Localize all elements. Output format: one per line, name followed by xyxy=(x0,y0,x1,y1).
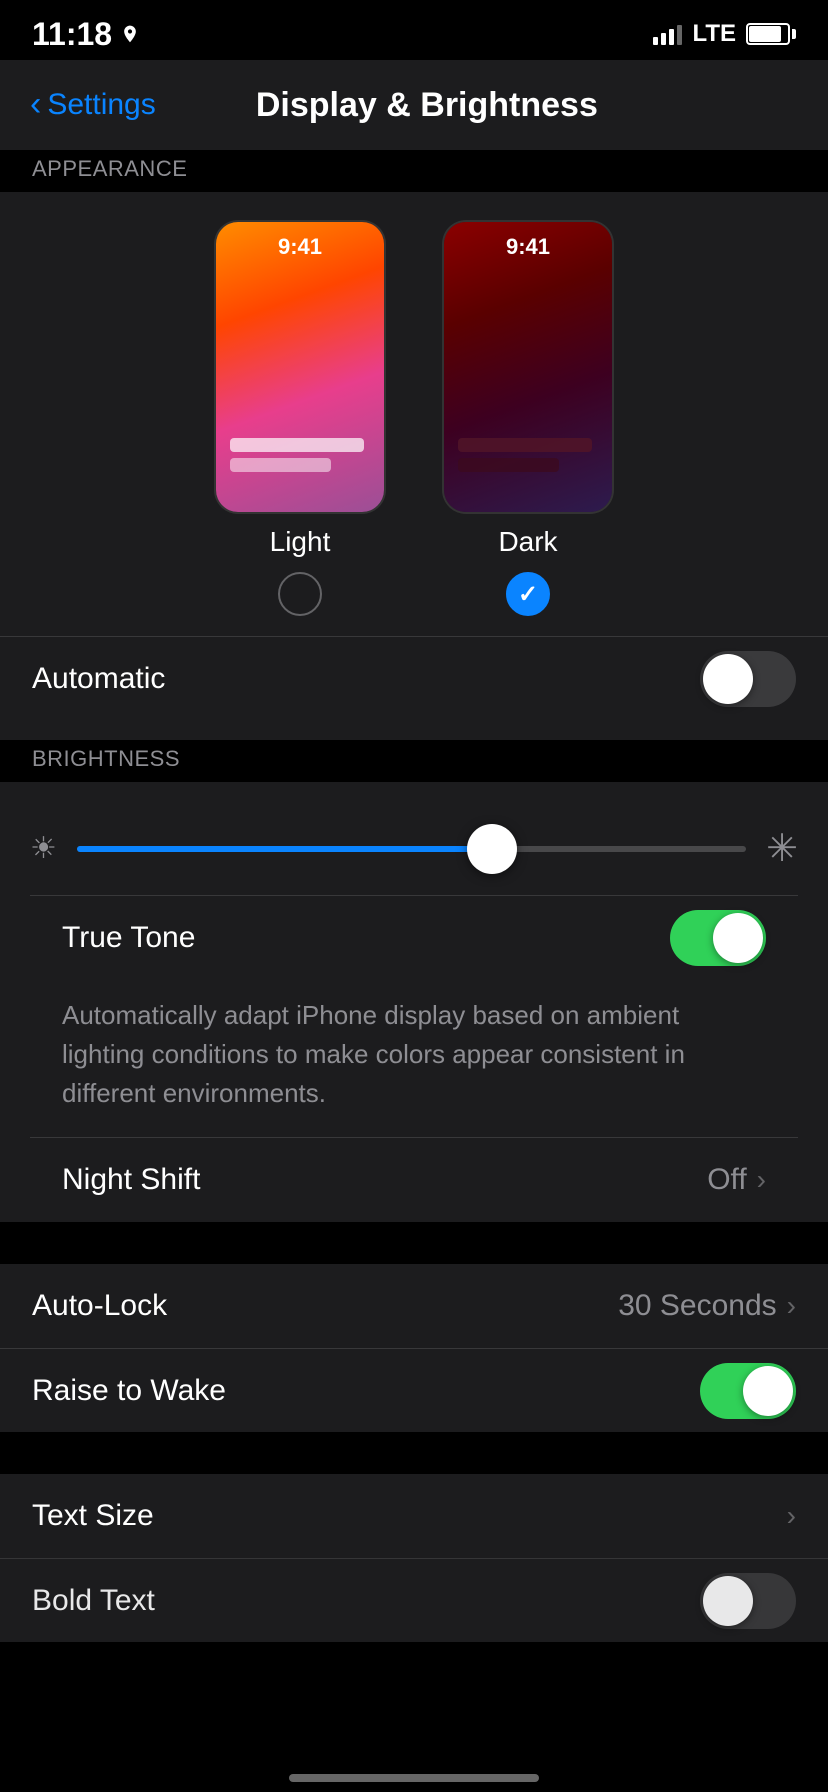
auto-lock-section-gap xyxy=(0,1222,828,1264)
true-tone-description: Automatically adapt iPhone display based… xyxy=(30,980,798,1138)
bold-text-toggle-knob xyxy=(703,1576,753,1626)
light-mode-preview: 9:41 xyxy=(216,222,384,512)
back-label: Settings xyxy=(47,88,155,122)
dark-preview-time: 9:41 xyxy=(444,234,612,260)
brightness-slider-track[interactable] xyxy=(77,846,746,852)
nav-bar: ‹ Settings Display & Brightness xyxy=(0,60,828,150)
light-bar-1 xyxy=(230,438,364,452)
night-shift-chevron-icon: › xyxy=(757,1164,766,1196)
dark-mode-radio[interactable]: ✓ xyxy=(506,572,550,616)
true-tone-desc-text: Automatically adapt iPhone display based… xyxy=(62,1000,685,1108)
home-indicator xyxy=(289,1774,539,1782)
text-size-chevron-icon: › xyxy=(787,1500,796,1532)
brightness-slider-row: ☀ ✳ xyxy=(30,802,798,896)
night-shift-status: Off xyxy=(707,1163,746,1197)
bold-text-label: Bold Text xyxy=(32,1584,155,1618)
text-size-section-gap xyxy=(0,1432,828,1474)
appearance-options: 9:41 Light 9:41 Dark ✓ xyxy=(0,222,828,636)
brightness-slider-fill xyxy=(77,846,492,852)
radio-checkmark-icon: ✓ xyxy=(518,580,538,609)
text-size-row[interactable]: Text Size › xyxy=(0,1474,828,1558)
light-bar-2 xyxy=(230,458,331,472)
status-bar: 11:18 LTE xyxy=(0,0,828,60)
bold-text-row: Bold Text xyxy=(0,1558,828,1642)
brightness-section: ☀ ✳ True Tone Automatically adapt iPhone… xyxy=(0,782,828,1222)
night-shift-label: Night Shift xyxy=(62,1163,200,1197)
raise-to-wake-row: Raise to Wake xyxy=(0,1348,828,1432)
auto-lock-row[interactable]: Auto-Lock 30 Seconds › xyxy=(0,1264,828,1348)
sun-small-icon: ☀ xyxy=(30,831,57,866)
battery-tip xyxy=(792,29,796,39)
auto-lock-status: 30 Seconds xyxy=(618,1289,776,1323)
battery-body xyxy=(746,23,790,45)
brightness-section-gap: BRIGHTNESS xyxy=(0,740,828,782)
night-shift-row[interactable]: Night Shift Off › xyxy=(30,1138,798,1222)
brightness-section-label: BRIGHTNESS xyxy=(32,746,180,772)
auto-lock-chevron-icon: › xyxy=(787,1290,796,1322)
true-tone-toggle-knob xyxy=(713,913,763,963)
text-size-label: Text Size xyxy=(32,1499,154,1533)
status-time: 11:18 xyxy=(32,16,140,53)
night-shift-value: Off › xyxy=(707,1163,766,1197)
light-mode-label: Light xyxy=(270,526,331,558)
automatic-row: Automatic xyxy=(0,636,828,720)
dark-mode-label: Dark xyxy=(498,526,557,558)
location-icon xyxy=(120,24,140,44)
dark-bar-2 xyxy=(458,458,559,472)
signal-bar-1 xyxy=(653,37,658,45)
back-button[interactable]: ‹ Settings xyxy=(30,88,156,122)
automatic-toggle-knob xyxy=(703,654,753,704)
raise-to-wake-toggle-knob xyxy=(743,1366,793,1416)
light-preview-bars xyxy=(216,432,384,512)
appearance-section-gap: APPEARANCE xyxy=(0,150,828,192)
back-chevron-icon: ‹ xyxy=(30,87,41,121)
light-preview-time: 9:41 xyxy=(216,234,384,260)
true-tone-toggle[interactable] xyxy=(670,910,766,966)
true-tone-label: True Tone xyxy=(62,921,195,955)
auto-lock-value: 30 Seconds › xyxy=(618,1289,796,1323)
lte-label: LTE xyxy=(692,20,736,48)
battery-fill xyxy=(749,26,781,42)
dark-preview-bars xyxy=(444,432,612,512)
auto-lock-group: Auto-Lock 30 Seconds › Raise to Wake xyxy=(0,1264,828,1432)
battery xyxy=(746,23,796,45)
sun-large-icon: ✳ xyxy=(766,826,798,871)
auto-lock-label: Auto-Lock xyxy=(32,1289,167,1323)
appearance-section-label: APPEARANCE xyxy=(32,156,187,182)
dark-bar-1 xyxy=(458,438,592,452)
page-title: Display & Brightness xyxy=(156,86,698,125)
time-label: 11:18 xyxy=(32,16,112,53)
automatic-toggle[interactable] xyxy=(700,651,796,707)
status-icons: LTE xyxy=(653,20,796,48)
raise-to-wake-label: Raise to Wake xyxy=(32,1374,226,1408)
automatic-label: Automatic xyxy=(32,662,165,696)
text-size-value: › xyxy=(787,1500,796,1532)
text-size-group: Text Size › Bold Text xyxy=(0,1474,828,1642)
signal-bar-2 xyxy=(661,33,666,45)
appearance-section: 9:41 Light 9:41 Dark ✓ xyxy=(0,192,828,740)
signal-bar-3 xyxy=(669,29,674,45)
light-mode-radio[interactable] xyxy=(278,572,322,616)
dark-mode-preview: 9:41 xyxy=(444,222,612,512)
light-mode-option[interactable]: 9:41 Light xyxy=(216,222,384,616)
true-tone-row: True Tone xyxy=(30,896,798,980)
dark-mode-option[interactable]: 9:41 Dark ✓ xyxy=(444,222,612,616)
signal-bar-4 xyxy=(677,25,682,45)
signal-bars xyxy=(653,23,682,45)
brightness-slider-thumb[interactable] xyxy=(467,824,517,874)
raise-to-wake-toggle[interactable] xyxy=(700,1363,796,1419)
bold-text-toggle[interactable] xyxy=(700,1573,796,1629)
